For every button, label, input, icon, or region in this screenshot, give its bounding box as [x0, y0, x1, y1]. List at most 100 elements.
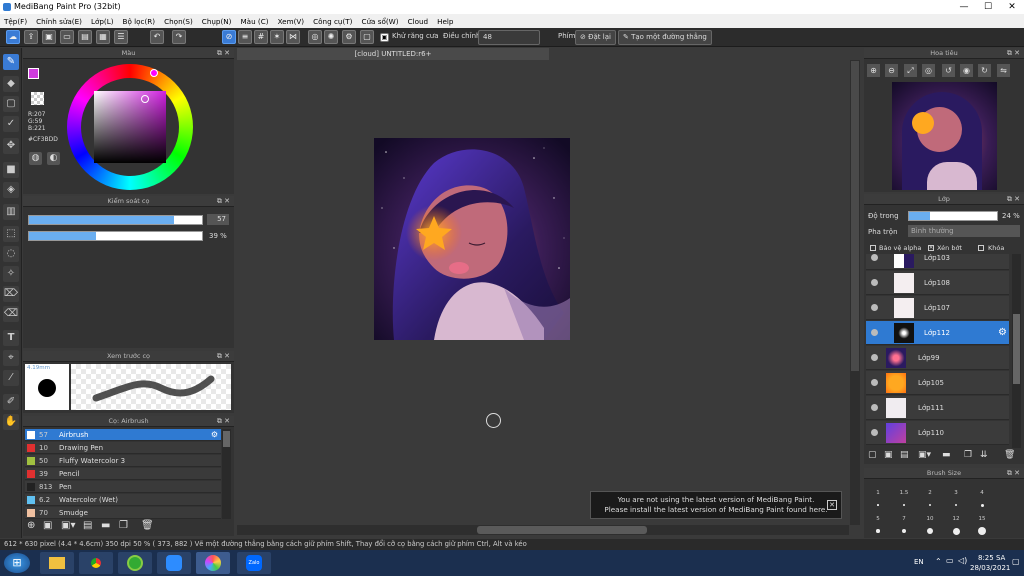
panel-options-icon[interactable]: ⧉ ✕ [1007, 194, 1020, 205]
layer-row[interactable]: Lớp107 [866, 296, 1009, 320]
layer-row[interactable]: Lớp108 [866, 271, 1009, 295]
new-8bit-layer-icon[interactable]: ▤ [900, 450, 909, 460]
straight-line-button[interactable]: ✎ Tạo một đường thẳng [618, 30, 712, 45]
layer-folder-icon[interactable]: ▬ [942, 450, 951, 460]
shape-tool-icon[interactable]: ■ [3, 162, 19, 178]
select-brush-icon[interactable]: ⌦ [3, 286, 19, 302]
navigator-thumbnail[interactable] [892, 82, 997, 190]
brush-list-item[interactable]: 57 Airbrush ⚙ [25, 429, 221, 441]
select-rect-icon[interactable]: ⬚ [3, 226, 19, 242]
zoom-out-icon[interactable]: ⊖ [885, 64, 898, 77]
brush-size-option-label[interactable]: 10 [922, 516, 938, 522]
reset-button[interactable]: ⊘ Đặt lại [575, 30, 616, 45]
clipping-checkbox[interactable]: ✕ [928, 245, 934, 251]
text-tool-icon[interactable]: T [3, 330, 19, 346]
snap-radial-icon[interactable]: ✶ [270, 30, 284, 44]
sv-cursor[interactable] [141, 95, 149, 103]
rotate-right-icon[interactable]: ↻ [978, 64, 991, 77]
brush-size-option-label[interactable]: 5 [870, 516, 886, 522]
flip-icon[interactable]: ⇋ [997, 64, 1010, 77]
brush-list-item[interactable]: 70 Smudge [25, 507, 221, 519]
brush-size-option-label[interactable]: 12 [948, 516, 964, 522]
redo-icon[interactable]: ↷ [172, 30, 186, 44]
brush-tool-icon[interactable]: ✎ [3, 54, 19, 70]
brush-list-item[interactable]: 50 Fluffy Watercolor 3 [25, 455, 221, 467]
snap-circle-icon[interactable]: ◎ [308, 30, 322, 44]
layer-visibility-icon[interactable] [871, 329, 878, 336]
canvas-vscrollbar[interactable] [850, 60, 860, 525]
pen-tool-icon[interactable]: ✐ [3, 394, 19, 410]
brush-size-option-dot[interactable] [980, 503, 984, 507]
grid-icon[interactable]: ▦ [96, 30, 110, 44]
brush-size-value[interactable]: 57 [207, 214, 229, 225]
brush-list-item[interactable]: 813 Pen [25, 481, 221, 493]
start-button[interactable]: ⊞ [4, 553, 30, 573]
snap-perspective-icon[interactable]: ⋈ [286, 30, 300, 44]
fit-screen-icon[interactable]: ⤢ [904, 64, 917, 77]
tray-language[interactable]: EN [914, 558, 924, 566]
move-tool-icon[interactable]: ✥ [3, 138, 19, 154]
tray-volume-icon[interactable]: ◁) [958, 556, 967, 565]
snap-parallel-icon[interactable]: ≡ [238, 30, 252, 44]
brush-size-option-dot[interactable] [929, 504, 931, 506]
undo-icon[interactable]: ↶ [150, 30, 164, 44]
menu-window[interactable]: Cửa sổ(W) [361, 17, 398, 26]
panel-options-icon[interactable]: ⧉ ✕ [1007, 48, 1020, 59]
file-explorer-icon[interactable] [40, 552, 74, 574]
brush-list-scrollbar[interactable] [222, 429, 231, 519]
tray-up-icon[interactable]: ⌃ [935, 557, 942, 566]
panel-options-icon[interactable]: ⧉ ✕ [217, 196, 230, 207]
panel-options-icon[interactable]: ⧉ ✕ [217, 48, 230, 59]
primary-color-swatch[interactable] [28, 68, 39, 79]
menu-help[interactable]: Help [437, 17, 453, 26]
brush-size-option-label[interactable]: 4 [974, 490, 990, 496]
canvas-hscrollbar[interactable] [237, 525, 849, 535]
tray-network-icon[interactable]: ▭ [946, 556, 954, 565]
actual-size-icon[interactable]: ◎ [922, 64, 935, 77]
brush-size-option-dot[interactable] [901, 528, 907, 534]
brush-size-option-dot[interactable] [877, 504, 879, 506]
merge-layer-icon[interactable]: ⇊ [980, 450, 988, 460]
panel-options-icon[interactable]: ⧉ ✕ [1007, 468, 1020, 479]
brush-menu-icon[interactable]: ▣ [43, 520, 52, 531]
hand-tool-icon[interactable]: ✋ [3, 414, 19, 430]
menu-file[interactable]: Tệp(F) [4, 17, 27, 26]
brush-size-option-label[interactable]: 15 [974, 516, 990, 522]
layer-visibility-icon[interactable] [871, 254, 878, 261]
antialias-checkbox[interactable]: ▣ [380, 33, 389, 42]
medibang-taskbar-icon[interactable] [196, 552, 230, 574]
brush-delete-icon[interactable]: 🗑 [141, 520, 154, 531]
layer-visibility-icon[interactable] [871, 404, 878, 411]
add-layer-menu-icon[interactable]: ▣▾ [918, 450, 931, 460]
layer-visibility-icon[interactable] [871, 279, 878, 286]
zalo-icon[interactable]: Zalo [237, 552, 271, 574]
chrome-icon[interactable] [79, 552, 113, 574]
update-notification[interactable]: You are not using the latest version of … [590, 491, 842, 519]
panel-options-icon[interactable]: ⧉ ✕ [217, 416, 230, 427]
transparent-swatch[interactable] [31, 92, 44, 105]
zoom-in-icon[interactable]: ⊕ [867, 64, 880, 77]
new-halftone-layer-icon[interactable]: ▣ [884, 450, 893, 460]
brush-settings-icon[interactable]: ⚙ [211, 429, 218, 441]
saturation-value-square[interactable] [94, 91, 166, 163]
rotate-left-icon[interactable]: ↺ [942, 64, 955, 77]
brush-size-option-dot[interactable] [903, 504, 905, 506]
brush-copy-icon[interactable]: ▤ [83, 520, 92, 531]
brush-size-option-dot[interactable] [952, 527, 960, 535]
dot-tool-icon[interactable]: ▢ [3, 96, 19, 112]
brush-list-item[interactable]: 39 Pencil [25, 468, 221, 480]
brush-list-item[interactable]: 10 Drawing Pen [25, 442, 221, 454]
hue-cursor[interactable] [150, 69, 158, 77]
brush-size-option-label[interactable]: 3 [948, 490, 964, 496]
menu-select[interactable]: Chọn(S) [164, 17, 193, 26]
gradient-tool-icon[interactable]: ▥ [3, 204, 19, 220]
divide-tool-icon[interactable]: ⌖ [3, 350, 19, 366]
layer-row[interactable]: Lớp103 [866, 254, 1009, 270]
eraser-tool-icon[interactable]: ◆ [3, 76, 19, 92]
notification-center-icon[interactable]: ▢ [1012, 557, 1020, 566]
palette-icon[interactable]: ◍ [29, 152, 42, 165]
save-icon[interactable]: ▣ [42, 30, 56, 44]
snap-settings-icon[interactable]: ▢ [360, 30, 374, 44]
page-icon[interactable]: ▤ [78, 30, 92, 44]
notification-close-icon[interactable]: ✕ [827, 500, 837, 510]
